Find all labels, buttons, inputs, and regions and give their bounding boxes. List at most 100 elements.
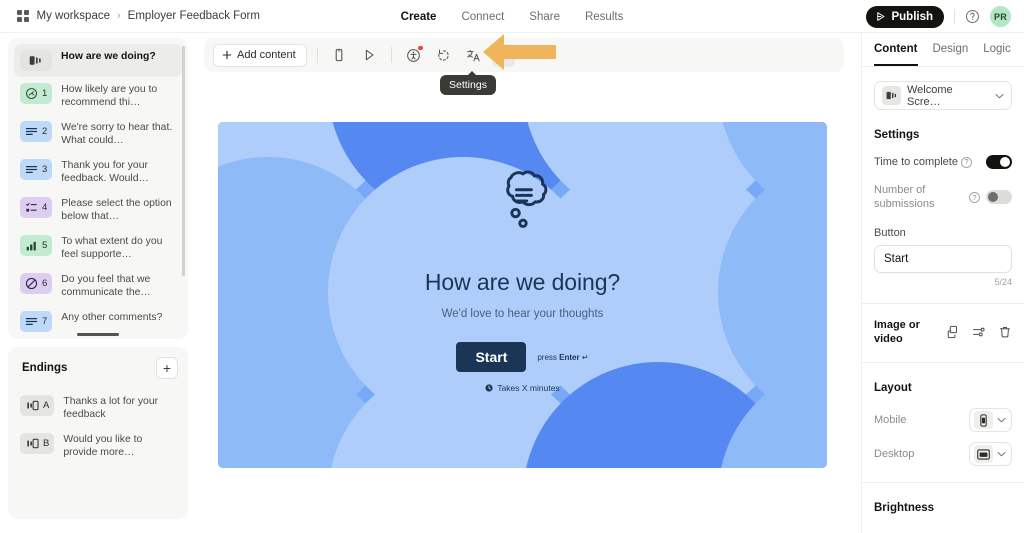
endings-panel: Endings + A Thanks a lot for your feedba… — [8, 347, 188, 519]
sidebar-item-welcome-screen[interactable]: How are we doing? — [14, 44, 182, 77]
play-preview-icon[interactable] — [358, 44, 381, 67]
sidebar-item-label: Thank you for your feedback. Would… — [61, 160, 149, 184]
sidebar-item-number: 1 — [42, 88, 48, 99]
sidebar-item-number: 2 — [42, 126, 48, 137]
layout-mobile-label: Mobile — [874, 414, 907, 426]
sidebar: How are we doing? 1 How likely are you t… — [8, 38, 188, 519]
button-text-input[interactable]: Start — [874, 245, 1012, 273]
panel-resize-handle[interactable] — [77, 333, 119, 336]
sidebar-item-label: How likely are you to recommend thi… — [61, 84, 158, 108]
layout-section-title: Layout — [874, 382, 912, 394]
breadcrumb-form-name[interactable]: Employer Feedback Form — [128, 10, 260, 22]
settings-section-title: Settings — [874, 129, 920, 141]
help-icon[interactable]: ? — [960, 156, 972, 168]
nav-tab-share[interactable]: Share — [529, 11, 560, 23]
button-char-counter: 5/24 — [994, 277, 1012, 287]
chevron-down-icon — [995, 93, 1004, 98]
welcome-screen-icon — [20, 50, 52, 71]
breadcrumb-separator: › — [117, 10, 121, 22]
screen-selector-dropdown[interactable]: Welcome Scre… — [874, 81, 1012, 110]
enter-hint-prefix: press — [537, 352, 560, 362]
mobile-preview-icon[interactable] — [328, 44, 351, 67]
top-bar: My workspace › Employer Feedback Form Cr… — [0, 0, 1024, 33]
plus-icon — [222, 50, 232, 60]
sidebar-item-ending-b[interactable]: B Would you like to provide more… — [14, 427, 182, 465]
settings-tooltip: Settings — [440, 71, 496, 95]
mobile-layout-icon — [974, 411, 993, 429]
add-content-label: Add content — [237, 49, 296, 61]
publish-button[interactable]: Publish — [866, 5, 944, 28]
long-text-icon: 7 — [20, 311, 53, 332]
enter-hint-key: Enter — [559, 352, 580, 362]
sidebar-item-question-2[interactable]: 2 We're sorry to hear that. What could… — [14, 115, 182, 153]
tab-content[interactable]: Content — [874, 43, 917, 56]
nav-tab-create[interactable]: Create — [401, 11, 437, 23]
delete-media-icon[interactable] — [998, 325, 1012, 339]
publish-play-icon — [877, 12, 885, 21]
sidebar-item-label: We're sorry to hear that. What could… — [61, 122, 173, 146]
form-preview-canvas[interactable]: How are we doing? We'd love to hear your… — [218, 122, 827, 468]
right-settings-panel: Content Design Logic Welcome Scre… Setti… — [861, 33, 1024, 533]
top-bar-actions: Publish PR — [866, 0, 1011, 33]
active-tab-indicator — [874, 64, 918, 66]
endings-header: Endings + — [14, 357, 182, 379]
sidebar-item-number: 4 — [42, 202, 48, 213]
adjust-media-icon[interactable] — [972, 325, 986, 339]
breadcrumb: My workspace › Employer Feedback Form — [17, 10, 260, 22]
app-window: My workspace › Employer Feedback Form Cr… — [0, 0, 1024, 533]
layout-desktop-label: Desktop — [874, 448, 915, 460]
accessibility-icon[interactable] — [402, 44, 425, 67]
sidebar-item-question-6[interactable]: 6 Do you feel that we communicate the… — [14, 267, 182, 305]
recall-undo-icon[interactable] — [432, 44, 455, 67]
number-of-submissions-label: Number of submissions — [874, 184, 935, 210]
preview-subtitle: We'd love to hear your thoughts — [441, 308, 604, 320]
right-panel-divider — [862, 482, 1024, 483]
sidebar-item-label: Would you like to provide more… — [63, 434, 143, 458]
replace-media-icon[interactable] — [946, 325, 960, 339]
multiple-choice-icon: 4 — [20, 197, 53, 218]
add-content-button[interactable]: Add content — [213, 43, 307, 67]
tab-logic[interactable]: Logic — [983, 43, 1011, 56]
translate-icon[interactable] — [462, 44, 485, 67]
preview-enter-hint: press Enter ↵ — [537, 353, 588, 362]
canvas-toolbar: Add content — [204, 38, 844, 72]
sidebar-item-label: Any other comments? — [61, 312, 163, 323]
number-of-submissions-row: Number of submissions ? — [874, 183, 1012, 211]
sidebar-item-question-5[interactable]: 5 To what extent do you feel supporte… — [14, 229, 182, 267]
brightness-section-title: Brightness — [874, 502, 935, 514]
sidebar-item-question-4[interactable]: 4 Please select the option below that… — [14, 191, 182, 229]
layout-desktop-select[interactable] — [969, 442, 1012, 466]
nav-tab-results[interactable]: Results — [585, 11, 623, 23]
sidebar-item-question-3[interactable]: 3 Thank you for your feedback. Would… — [14, 153, 182, 191]
time-to-complete-toggle[interactable] — [986, 155, 1012, 169]
tab-design[interactable]: Design — [932, 43, 968, 56]
thought-bubble-icon — [505, 170, 547, 228]
layout-mobile-row: Mobile — [874, 408, 1012, 432]
breadcrumb-workspace[interactable]: My workspace — [37, 10, 111, 22]
preview-title: How are we doing? — [424, 269, 621, 295]
nav-tab-connect[interactable]: Connect — [461, 11, 504, 23]
welcome-screen-icon — [882, 86, 901, 105]
notification-dot — [418, 45, 423, 50]
endings-title: Endings — [22, 362, 68, 374]
sidebar-item-number: 6 — [42, 278, 48, 289]
ending-screen-icon: B — [20, 433, 55, 454]
number-of-submissions-toggle[interactable] — [986, 190, 1012, 204]
avatar[interactable]: PR — [990, 6, 1011, 27]
sidebar-item-label: Do you feel that we communicate the… — [61, 274, 151, 298]
publish-label: Publish — [891, 10, 933, 23]
help-circle-icon[interactable] — [965, 9, 980, 24]
add-ending-button[interactable]: + — [156, 357, 178, 379]
help-icon[interactable]: ? — [969, 191, 980, 203]
sidebar-item-ending-a[interactable]: A Thanks a lot for your feedback — [14, 389, 182, 427]
top-bar-divider — [954, 9, 955, 24]
settings-gear-icon[interactable] — [491, 43, 515, 67]
sidebar-scrollbar-thumb[interactable] — [182, 46, 185, 276]
right-panel-divider — [862, 303, 1024, 304]
sidebar-item-question-1[interactable]: 1 How likely are you to recommend thi… — [14, 77, 182, 115]
layout-mobile-select[interactable] — [969, 408, 1012, 432]
grid-icon[interactable] — [17, 10, 29, 22]
image-or-video-actions — [946, 325, 1012, 339]
preview-start-button[interactable]: Start — [456, 342, 527, 372]
sidebar-item-number: 3 — [42, 164, 48, 175]
